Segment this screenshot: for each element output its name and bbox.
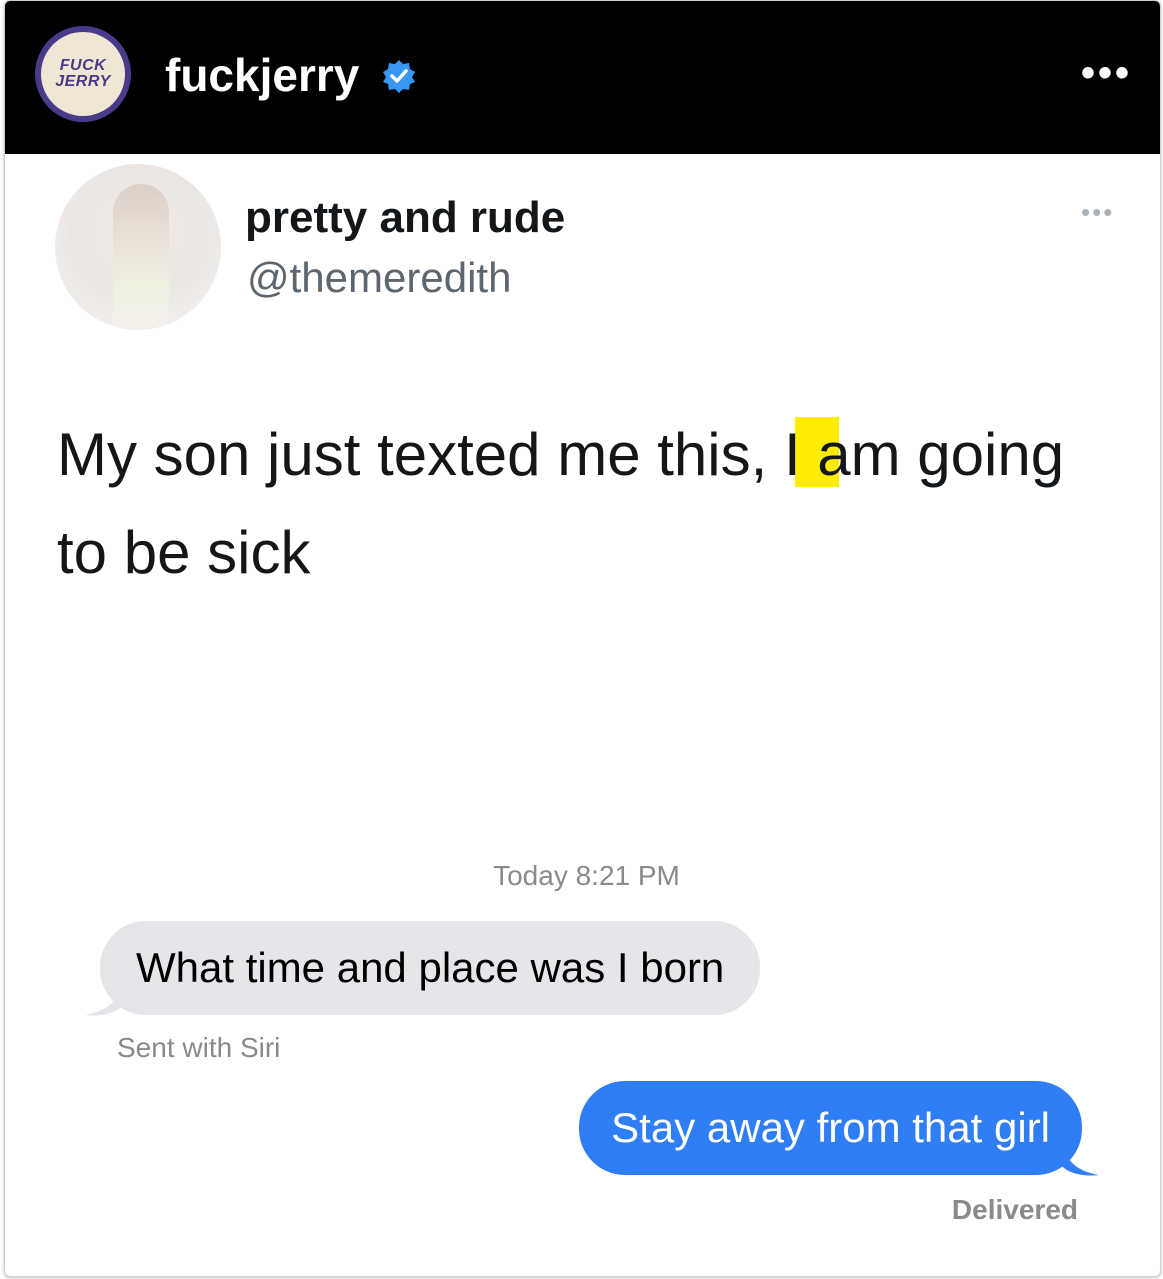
verified-badge-icon — [383, 60, 415, 93]
more-horizontal-icon[interactable]: ••• — [1081, 53, 1132, 93]
sent-with-siri-note: Sent with Siri — [117, 1032, 281, 1063]
tweet-text: My son just texted me this, I am going t… — [57, 421, 1065, 586]
message-timestamp: Today 8:21 PM — [493, 860, 680, 891]
incoming-message-bubble: What time and place was I born — [100, 921, 761, 1015]
tweet-avatar[interactable] — [55, 164, 221, 330]
delivery-status: Delivered — [951, 1194, 1078, 1225]
brand-logo-text: FUCK JERRY — [55, 57, 111, 90]
avatar-photo — [113, 184, 169, 330]
instagram-post: FUCK JERRY fuckjerry ••• pretty and rude… — [4, 0, 1161, 1277]
post-header: FUCK JERRY fuckjerry ••• — [5, 1, 1160, 154]
outgoing-message-bubble: Stay away from that girl — [579, 1081, 1082, 1175]
brand-logo: FUCK JERRY — [41, 32, 125, 116]
profile-avatar[interactable]: FUCK JERRY — [35, 26, 131, 122]
tweet-handle[interactable]: @themeredith — [247, 253, 511, 303]
post-username[interactable]: fuckjerry — [165, 47, 359, 103]
tweet-more-icon[interactable]: ••• — [1081, 199, 1114, 225]
tweet-display-name[interactable]: pretty and rude — [245, 193, 565, 243]
